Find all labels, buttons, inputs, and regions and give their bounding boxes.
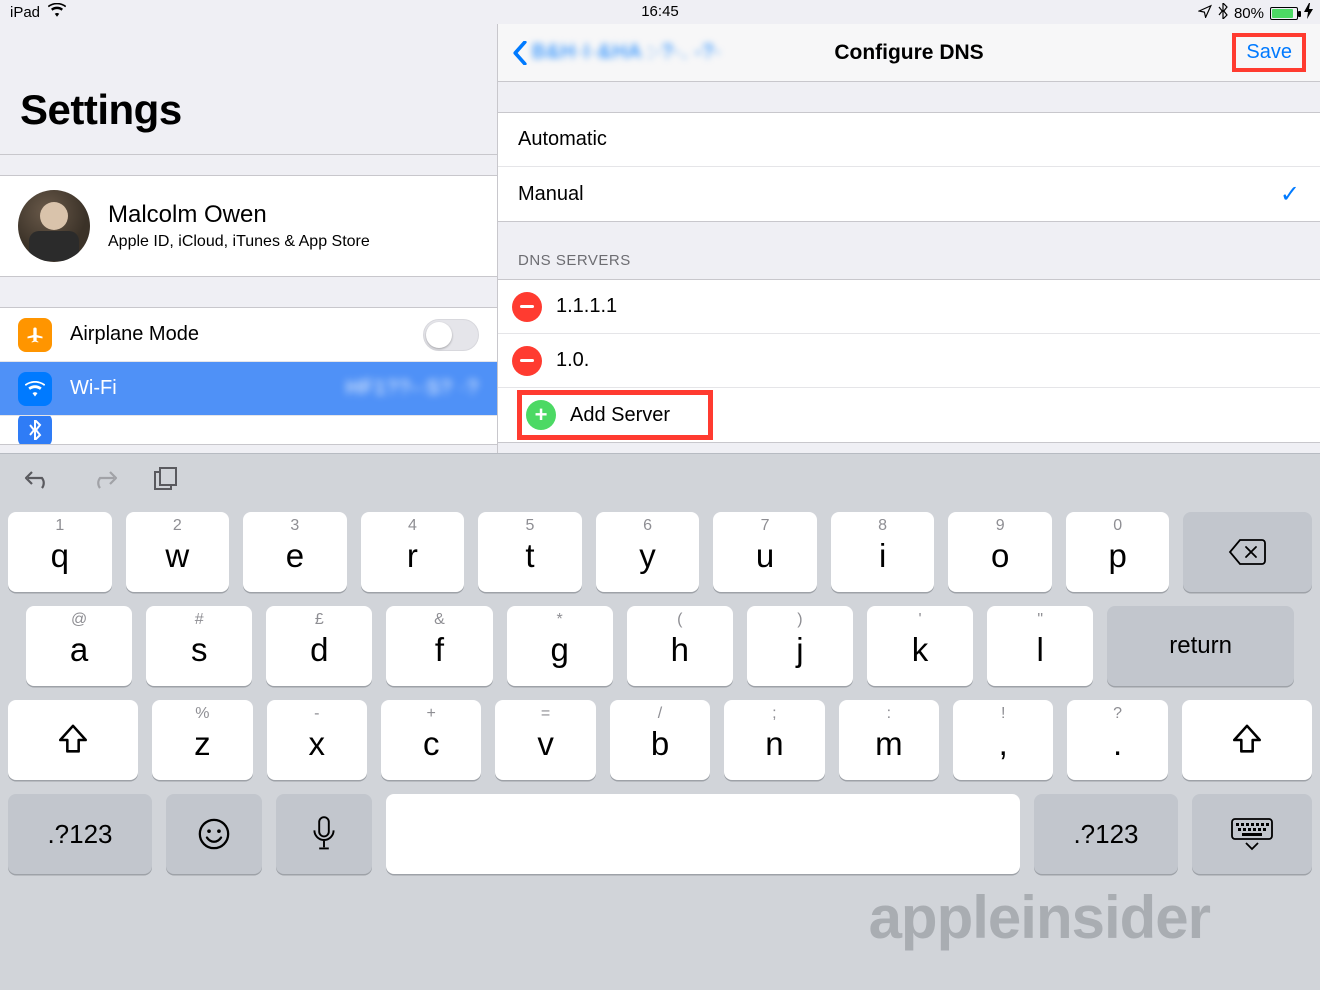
battery-pct: 80%: [1234, 5, 1264, 22]
dns-server-row[interactable]: 1.1.1.1: [498, 280, 1320, 334]
add-server-label: Add Server: [570, 404, 670, 427]
key-e[interactable]: 3e: [243, 512, 347, 592]
key-j[interactable]: )j: [747, 606, 853, 686]
key-dictation[interactable]: [276, 794, 372, 874]
clock: 16:45: [0, 3, 1320, 20]
key-q[interactable]: 1q: [8, 512, 112, 592]
key-n[interactable]: ;n: [724, 700, 824, 780]
dns-server-row[interactable]: 1.0.: [498, 334, 1320, 388]
key-backspace[interactable]: [1183, 512, 1311, 592]
key-s[interactable]: #s: [146, 606, 252, 686]
airplane-icon: [18, 318, 52, 352]
hide-keyboard-icon: [1230, 817, 1274, 851]
key-g[interactable]: *g: [507, 606, 613, 686]
key-v[interactable]: =v: [495, 700, 595, 780]
page-title: Settings: [0, 24, 497, 154]
key-a[interactable]: @a: [26, 606, 132, 686]
shift-icon: [56, 723, 90, 757]
back-button[interactable]: B&H·I·&HA :·?·. -?·: [512, 41, 722, 65]
key-o[interactable]: 9o: [948, 512, 1052, 592]
key-l[interactable]: "l: [987, 606, 1093, 686]
redo-icon[interactable]: [88, 468, 118, 495]
key-i[interactable]: 8i: [831, 512, 935, 592]
backspace-icon: [1228, 537, 1268, 567]
add-server-highlight: Add Server: [517, 390, 713, 440]
bluetooth-settings-icon: [18, 416, 52, 444]
add-icon[interactable]: [526, 400, 556, 430]
key-shift[interactable]: [8, 700, 138, 780]
wifi-network-name: HF1??-·S? ·?: [346, 377, 479, 400]
status-bar: iPad 16:45 80%: [0, 0, 1320, 24]
onscreen-keyboard[interactable]: 1q2w3e4r5t6y7u8i9o0p @a#s£d&f*g(h)j'k"lr…: [0, 454, 1320, 990]
delete-icon[interactable]: [512, 346, 542, 376]
key-x[interactable]: -x: [267, 700, 367, 780]
sidebar-item-label: Wi-Fi: [70, 377, 328, 400]
sidebar-item-bluetooth[interactable]: Bluetooth: [0, 416, 497, 444]
add-server-row[interactable]: Add Server: [498, 388, 1320, 442]
key-k[interactable]: 'k: [867, 606, 973, 686]
key-h[interactable]: (h: [627, 606, 733, 686]
key-hide-keyboard[interactable]: [1192, 794, 1312, 874]
key-t[interactable]: 5t: [478, 512, 582, 592]
bluetooth-icon: [1218, 3, 1228, 23]
sidebar-item-airplane[interactable]: Airplane Mode: [0, 308, 497, 362]
key-m[interactable]: :m: [839, 700, 939, 780]
wifi-settings-icon: [18, 372, 52, 406]
key-.[interactable]: ?.: [1067, 700, 1167, 780]
dns-server-value[interactable]: 1.1.1.1: [556, 295, 617, 318]
avatar: [18, 190, 90, 262]
airplane-toggle[interactable]: [423, 319, 479, 351]
key-p[interactable]: 0p: [1066, 512, 1170, 592]
sidebar-item-label: Airplane Mode: [70, 323, 405, 346]
detail-header: B&H·I·&HA :·?·. -?· Configure DNS Save: [498, 24, 1320, 82]
key-f[interactable]: &f: [386, 606, 492, 686]
dns-servers-group: 1.1.1.1 1.0. Add Server: [498, 279, 1320, 443]
back-label: B&H·I·&HA :·?·. -?·: [532, 41, 722, 64]
profile-sub: Apple ID, iCloud, iTunes & App Store: [108, 233, 370, 251]
clipboard-icon[interactable]: [152, 466, 178, 497]
key-shift[interactable]: [1182, 700, 1312, 780]
key-emoji[interactable]: [166, 794, 262, 874]
location-icon: [1198, 4, 1212, 22]
dns-mode-manual[interactable]: Manual ✓: [498, 167, 1320, 221]
key-y[interactable]: 6y: [596, 512, 700, 592]
key-w[interactable]: 2w: [126, 512, 230, 592]
emoji-icon: [197, 817, 231, 851]
key-d[interactable]: £d: [266, 606, 372, 686]
key-space[interactable]: [386, 794, 1020, 874]
key-mode-switch[interactable]: .?123: [8, 794, 152, 874]
shift-icon: [1230, 723, 1264, 757]
key-c[interactable]: +c: [381, 700, 481, 780]
delete-icon[interactable]: [512, 292, 542, 322]
chevron-left-icon: [512, 41, 528, 65]
key-z[interactable]: %z: [152, 700, 252, 780]
sidebar-item-wifi[interactable]: Wi-Fi HF1??-·S? ·?: [0, 362, 497, 416]
key-,[interactable]: !,: [953, 700, 1053, 780]
cell-label: Manual: [518, 183, 584, 206]
profile-name: Malcolm Owen: [108, 201, 370, 229]
checkmark-icon: ✓: [1280, 180, 1300, 209]
apple-id-row[interactable]: Malcolm Owen Apple ID, iCloud, iTunes & …: [0, 175, 497, 277]
key-mode-switch-right[interactable]: .?123: [1034, 794, 1178, 874]
save-highlight: Save: [1232, 33, 1306, 72]
mic-icon: [311, 816, 337, 852]
cell-label: Automatic: [518, 128, 607, 151]
key-u[interactable]: 7u: [713, 512, 817, 592]
key-r[interactable]: 4r: [361, 512, 465, 592]
dns-mode-automatic[interactable]: Automatic: [498, 113, 1320, 167]
undo-icon[interactable]: [24, 468, 54, 495]
keyboard-toolbar: [0, 454, 1320, 508]
battery-icon: [1270, 7, 1298, 20]
save-button[interactable]: Save: [1246, 41, 1292, 63]
charging-icon: [1304, 3, 1314, 23]
key-b[interactable]: /b: [610, 700, 710, 780]
dns-server-value[interactable]: 1.0.: [556, 349, 589, 372]
dns-servers-header: DNS SERVERS: [498, 222, 1320, 279]
key-return[interactable]: return: [1107, 606, 1294, 686]
dns-mode-group: Automatic Manual ✓: [498, 112, 1320, 222]
